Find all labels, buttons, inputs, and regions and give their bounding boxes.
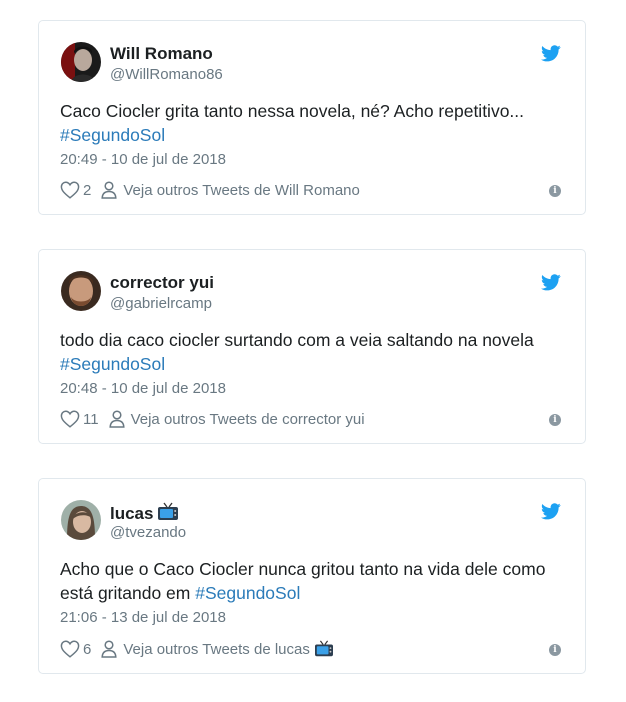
- more-tweets-link[interactable]: Veja outros Tweets de lucas: [123, 641, 310, 658]
- author-handle[interactable]: @gabrielrcamp: [110, 295, 212, 312]
- twitter-bird-icon[interactable]: [541, 503, 561, 520]
- hashtag-link[interactable]: #SegundoSol: [60, 125, 165, 145]
- heart-icon[interactable]: [60, 640, 80, 658]
- author-name-row[interactable]: lucas: [110, 502, 179, 524]
- tweet-actions: 11 Veja outros Tweets de corrector yui: [60, 408, 365, 430]
- tweet-timestamp[interactable]: 21:06 - 13 de jul de 2018: [60, 609, 226, 626]
- television-emoji-icon: [314, 640, 333, 657]
- author-handle[interactable]: @tvezando: [110, 524, 186, 541]
- author-name[interactable]: Will Romano: [110, 44, 213, 64]
- more-tweets-link[interactable]: Veja outros Tweets de corrector yui: [131, 411, 365, 428]
- heart-icon[interactable]: [60, 181, 80, 199]
- avatar[interactable]: [61, 500, 101, 540]
- hashtag-link[interactable]: #SegundoSol: [60, 354, 165, 374]
- info-icon[interactable]: i: [549, 414, 561, 426]
- tweet-text: Acho que o Caco Ciocler nunca gritou tan…: [60, 557, 550, 605]
- heart-icon[interactable]: [60, 410, 80, 428]
- like-count[interactable]: 11: [83, 411, 99, 428]
- person-icon: [101, 640, 117, 658]
- tweet-timestamp[interactable]: 20:48 - 10 de jul de 2018: [60, 380, 226, 397]
- tweet-body: todo dia caco ciocler surtando com a vei…: [60, 330, 534, 350]
- like-count[interactable]: 6: [83, 641, 91, 658]
- person-icon: [108, 410, 125, 428]
- hashtag-link[interactable]: #SegundoSol: [195, 583, 300, 603]
- like-count[interactable]: 2: [83, 182, 91, 199]
- avatar[interactable]: [61, 271, 101, 311]
- info-icon[interactable]: i: [549, 644, 561, 656]
- info-icon[interactable]: i: [549, 185, 561, 197]
- tweet-body: Caco Ciocler grita tanto nessa novela, n…: [60, 101, 525, 121]
- twitter-bird-icon[interactable]: [541, 45, 561, 62]
- author-name[interactable]: lucas: [110, 504, 153, 523]
- tweet-timestamp[interactable]: 20:49 - 10 de jul de 2018: [60, 151, 226, 168]
- tweet-actions: 6 Veja outros Tweets de lucas: [60, 638, 334, 660]
- person-icon: [101, 181, 117, 199]
- tweet-text: Caco Ciocler grita tanto nessa novela, n…: [60, 99, 560, 147]
- tweet-text: todo dia caco ciocler surtando com a vei…: [60, 328, 560, 376]
- twitter-bird-icon[interactable]: [541, 274, 561, 291]
- tweet-card-1: Will Romano @WillRomano86 Caco Ciocler g…: [38, 20, 586, 215]
- avatar[interactable]: [61, 42, 101, 82]
- television-emoji-icon: [158, 502, 179, 520]
- tweet-card-3: lucas @tvezando Acho que o Caco Ciocler …: [38, 478, 586, 674]
- more-tweets-link[interactable]: Veja outros Tweets de Will Romano: [123, 182, 360, 199]
- author-handle[interactable]: @WillRomano86: [110, 66, 223, 83]
- tweet-actions: 2 Veja outros Tweets de Will Romano: [60, 179, 360, 201]
- tweet-card-2: corrector yui @gabrielrcamp todo dia cac…: [38, 249, 586, 444]
- tweet-body: Acho que o Caco Ciocler nunca gritou tan…: [60, 559, 546, 603]
- author-name[interactable]: corrector yui: [110, 273, 214, 293]
